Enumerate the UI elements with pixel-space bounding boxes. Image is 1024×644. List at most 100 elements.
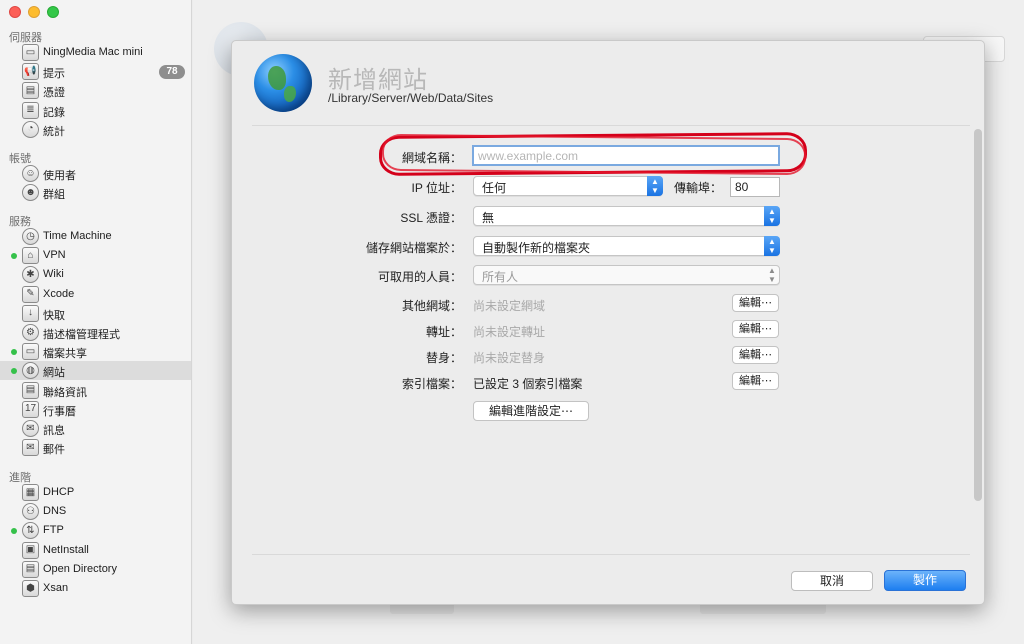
wiki-icon: ✱ [22, 266, 39, 284]
sidebar-item-label: 群組 [43, 189, 65, 202]
other-domains-label: 其他網域： [401, 299, 462, 313]
sidebar-item-contacts[interactable]: ▤ 聯絡資訊 [0, 381, 191, 400]
sidebar-item-ftp[interactable]: ⇅ FTP [0, 521, 191, 540]
sidebar-item-netinstall[interactable]: ▣ NetInstall [0, 541, 191, 560]
edit-advanced-settings-button[interactable]: 編輯進階設定⋯ [473, 401, 589, 421]
sidebar-item-label: NetInstall [43, 543, 89, 556]
header-divider [252, 125, 970, 126]
zoom-window-icon[interactable] [47, 6, 59, 18]
sidebar-item-stats[interactable]: ◔ 統計 [0, 120, 191, 139]
sidebar-item-label: DNS [43, 505, 67, 518]
mac-mini-icon: ▭ [22, 44, 39, 61]
sidebar-item-label: Open Directory [43, 562, 117, 575]
sidebar-item-label: 統計 [43, 125, 65, 138]
sidebar-item-caching[interactable]: ↓ 快取 [0, 304, 191, 323]
certificates-icon: ▤ [22, 82, 39, 100]
sidebar-item-file-sharing[interactable]: ▭ 檔案共享 [0, 342, 191, 361]
minimize-window-icon[interactable] [28, 6, 40, 18]
sidebar-item-logs[interactable]: ≣ 記錄 [0, 101, 191, 120]
port-label: 傳輸埠： [674, 181, 723, 195]
sidebar-item-label: FTP [43, 524, 64, 537]
other-domains-value: 尚未設定網域 [473, 299, 546, 313]
updown-arrow-icon: ▲ ▼ [647, 176, 663, 196]
sidebar-item-wiki[interactable]: ✱ Wiki [0, 265, 191, 284]
vpn-lock-icon: ⌂ [22, 247, 39, 265]
index-files-label: 索引檔案： [401, 377, 462, 391]
netinstall-icon: ▣ [22, 541, 39, 559]
access-select[interactable]: 所有人 ▲ ▼ [473, 265, 780, 285]
ip-address-value: 任何 [482, 181, 507, 195]
sidebar-item-certificates[interactable]: ▤ 憑證 [0, 81, 191, 100]
edit-other-domains-button[interactable]: 編輯⋯ [732, 294, 779, 312]
sidebar-item-label: 描述檔管理程式 [43, 329, 120, 341]
dhcp-icon: ▦ [22, 484, 39, 501]
sidebar-item-xsan[interactable]: ⬢ Xsan [0, 579, 191, 598]
sidebar-item-calendar[interactable]: 17 行事曆 [0, 400, 191, 419]
ssl-certificate-label: SSL 憑證： [400, 211, 462, 225]
sheet-title: 新增網站 [328, 67, 428, 94]
websites-icon: ◍ [22, 362, 39, 380]
group-icon: ☻ [22, 184, 39, 202]
redirects-value: 尚未設定轉址 [473, 325, 546, 339]
sidebar-item-mac-mini[interactable]: ▭ NingMedia Mac mini [0, 43, 191, 62]
aliases-label: 替身： [425, 351, 462, 365]
sidebar-item-time-machine[interactable]: ◷ Time Machine [0, 227, 191, 246]
profile-manager-icon: ⚙ [22, 324, 39, 341]
port-input[interactable] [730, 177, 780, 197]
sidebar-item-label: Wiki [43, 268, 64, 281]
sidebar-item-websites[interactable]: ◍ 網站 [0, 361, 191, 381]
mail-icon: ✉ [22, 439, 39, 457]
new-website-sheet: 新增網站 /Library/Server/Web/Data/Sites 網域名稱… [231, 40, 985, 605]
create-button[interactable]: 製作 [884, 570, 966, 591]
edit-aliases-button[interactable]: 編輯⋯ [732, 346, 779, 364]
contacts-icon: ▤ [22, 381, 39, 399]
sidebar-item-alerts[interactable]: 📢 提示 78 [0, 62, 191, 81]
sidebar-item-user[interactable]: ☺ 使用者 [0, 164, 191, 183]
open-directory-icon: ▤ [22, 560, 39, 578]
footer-divider [252, 554, 970, 555]
sidebar-item-label: VPN [43, 249, 66, 262]
store-files-select[interactable]: 自動製作新的檔案夾 ▲ ▼ [473, 236, 780, 256]
sidebar-item-dns[interactable]: ⚇ DNS [0, 502, 191, 521]
ssl-certificate-value: 無 [482, 211, 495, 225]
sidebar-item-label: 行事曆 [43, 405, 76, 418]
messages-icon: ✉ [22, 420, 39, 437]
sheet-path: /Library/Server/Web/Data/Sites [328, 91, 494, 105]
sidebar-item-mail[interactable]: ✉ 郵件 [0, 438, 191, 457]
sidebar-item-group[interactable]: ☻ 群組 [0, 183, 191, 202]
close-window-icon[interactable] [9, 6, 21, 18]
edit-index-files-button[interactable]: 編輯⋯ [732, 372, 779, 390]
ip-address-label: IP 位址： [411, 181, 462, 195]
sidebar-item-label: 記錄 [43, 106, 65, 119]
ssl-certificate-select[interactable]: 無 ▲ ▼ [473, 206, 780, 226]
cancel-button[interactable]: 取消 [791, 571, 873, 591]
ftp-icon: ⇅ [22, 522, 39, 540]
caching-icon: ↓ [22, 304, 39, 322]
xcode-icon: ✎ [22, 285, 39, 303]
updown-arrow-icon: ▲ ▼ [764, 236, 780, 256]
edit-redirects-button[interactable]: 編輯⋯ [732, 320, 779, 338]
sidebar-item-vpn-lock[interactable]: ⌂ VPN [0, 246, 191, 265]
alerts-icon: 📢 [22, 63, 39, 81]
service-active-dot [11, 253, 17, 260]
scrollbar[interactable] [974, 129, 982, 501]
sidebar-item-label: Xcode [43, 287, 75, 300]
access-label: 可取用的人員： [377, 270, 462, 284]
sidebar: 伺服器 ▭ NingMedia Mac mini 📢 提示 78 ▤ 憑證 ≣ 記錄 ◔ 統計 帳號… [0, 0, 192, 644]
sidebar-item-label: 提示 [43, 68, 65, 81]
sidebar-item-label: 憑證 [43, 87, 65, 100]
stats-icon: ◔ [22, 120, 39, 138]
service-active-dot [11, 349, 17, 356]
sidebar-item-open-directory[interactable]: ▤ Open Directory [0, 560, 191, 579]
sidebar-item-messages[interactable]: ✉ 訊息 [0, 419, 191, 438]
sidebar-item-profile-manager[interactable]: ⚙ 描述檔管理程式 [0, 323, 191, 342]
access-value: 所有人 [482, 270, 519, 284]
sidebar-item-xcode[interactable]: ✎ Xcode [0, 285, 191, 304]
redirects-label: 轉址： [425, 325, 462, 339]
sidebar-item-dhcp[interactable]: ▦ DHCP [0, 483, 191, 502]
sidebar-item-label: Xsan [43, 582, 69, 594]
ip-address-select[interactable]: 任何 ▲ ▼ [473, 176, 663, 196]
user-icon: ☺ [22, 165, 39, 182]
xsan-icon: ⬢ [22, 580, 39, 597]
store-files-value: 自動製作新的檔案夾 [482, 241, 591, 255]
